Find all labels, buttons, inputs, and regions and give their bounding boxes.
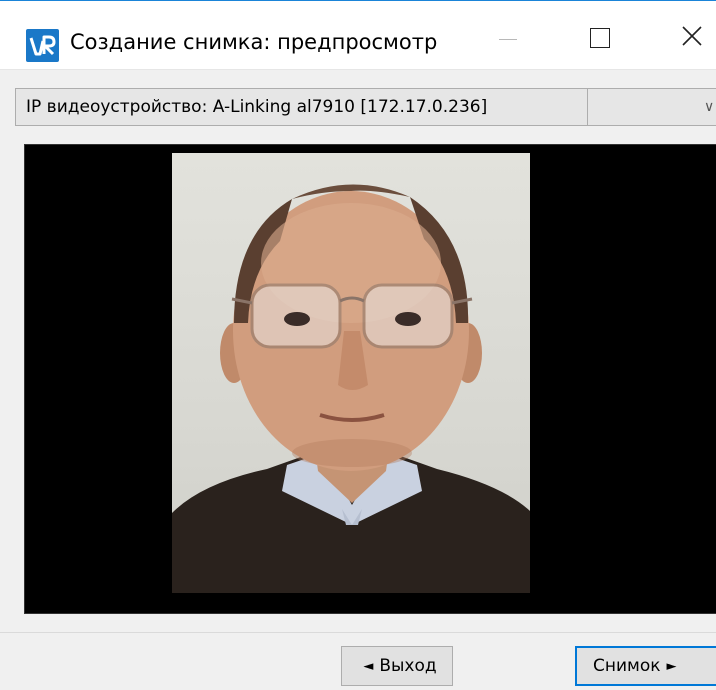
divider [587, 89, 588, 125]
arrow-right-icon: ► [666, 658, 677, 674]
camera-preview [24, 144, 716, 614]
maximize-icon [590, 28, 610, 48]
chevron-down-icon[interactable]: ∨ [704, 89, 714, 125]
exit-button-label: Выход [379, 656, 437, 676]
exit-button[interactable]: ◄ Выход [341, 646, 453, 686]
snapshot-preview-window: Создание снимка: предпросмотр IP видеоус… [0, 0, 716, 690]
snapshot-button-label: Снимок [593, 656, 661, 676]
title-bar[interactable]: Создание снимка: предпросмотр [0, 1, 716, 70]
camera-preview-photo [172, 153, 530, 593]
close-button[interactable] [646, 2, 716, 70]
minimize-button[interactable] [462, 2, 554, 70]
minimize-icon [499, 38, 517, 40]
close-icon [682, 26, 702, 46]
device-select[interactable]: IP видеоустройство: A-Linking al7910 [17… [15, 88, 716, 126]
footer-separator [0, 632, 716, 633]
vr-logo-icon [26, 29, 59, 62]
maximize-button[interactable] [554, 2, 646, 70]
device-select-value: IP видеоустройство: A-Linking al7910 [17… [26, 97, 488, 117]
arrow-left-icon: ◄ [363, 658, 374, 674]
window-title: Создание снимка: предпросмотр [70, 30, 438, 54]
snapshot-button[interactable]: Снимок ► [575, 646, 716, 686]
